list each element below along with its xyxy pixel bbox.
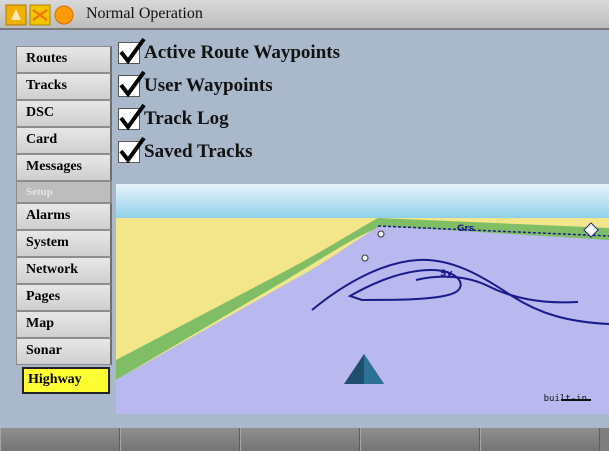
tab-card[interactable]: Card <box>16 127 112 154</box>
tab-highway[interactable]: Highway <box>22 367 110 394</box>
checkmark-icon <box>119 37 146 64</box>
option-label: Track Log <box>144 107 229 129</box>
tab-pages[interactable]: Pages <box>16 284 112 311</box>
tab-tracks[interactable]: Tracks <box>16 73 112 100</box>
page-title: Normal Operation <box>86 5 203 22</box>
sidebar: Routes Tracks DSC Card Messages Setup Al… <box>16 46 112 394</box>
main-panel: Routes Tracks DSC Card Messages Setup Al… <box>0 30 609 428</box>
checkbox-user-waypoints[interactable] <box>118 70 146 97</box>
map-canvas: Grs Sy <box>116 184 609 414</box>
softkey-4[interactable] <box>360 428 480 451</box>
buoy-marker <box>361 254 369 262</box>
tab-sonar[interactable]: Sonar <box>16 338 112 365</box>
checkmark-icon <box>119 70 146 97</box>
tab-messages[interactable]: Messages <box>16 154 112 181</box>
scale-label: built-in <box>543 394 587 404</box>
option-label: Saved Tracks <box>144 140 253 162</box>
option-label: Active Route Waypoints <box>144 41 340 63</box>
sun-icon <box>54 5 74 25</box>
softkey-bar <box>0 428 609 451</box>
tab-alarms[interactable]: Alarms <box>16 203 112 230</box>
softkey-1[interactable] <box>0 428 120 451</box>
option-track-log[interactable]: Track Log <box>118 102 340 135</box>
option-active-route-waypoints[interactable]: Active Route Waypoints <box>118 36 340 69</box>
checkbox-track-log[interactable] <box>118 103 146 130</box>
title-bar: Normal Operation <box>0 0 609 30</box>
highway-options: Active Route Waypoints User Waypoints Tr… <box>118 36 340 168</box>
softkey-2[interactable] <box>120 428 240 451</box>
tab-routes[interactable]: Routes <box>16 46 112 73</box>
tab-map[interactable]: Map <box>16 311 112 338</box>
checkmark-icon <box>119 136 146 163</box>
map-label-sy: Sy <box>440 269 452 279</box>
option-label: User Waypoints <box>144 74 273 96</box>
checkbox-active-route-waypoints[interactable] <box>118 37 146 64</box>
highway-map-view[interactable]: Grs Sy built-in <box>116 184 609 414</box>
option-user-waypoints[interactable]: User Waypoints <box>118 69 340 102</box>
checkbox-saved-tracks[interactable] <box>118 136 146 163</box>
tab-dsc[interactable]: DSC <box>16 100 112 127</box>
softkey-5[interactable] <box>480 428 600 451</box>
status-icons <box>5 4 74 26</box>
tab-network[interactable]: Network <box>16 257 112 284</box>
section-setup-label: Setup <box>16 181 112 203</box>
softkey-3[interactable] <box>240 428 360 451</box>
tab-system[interactable]: System <box>16 230 112 257</box>
sky <box>116 184 609 218</box>
checkmark-icon <box>119 103 146 130</box>
option-saved-tracks[interactable]: Saved Tracks <box>118 135 340 168</box>
buoy-marker <box>377 230 385 238</box>
map-label-grs: Grs <box>457 224 474 234</box>
